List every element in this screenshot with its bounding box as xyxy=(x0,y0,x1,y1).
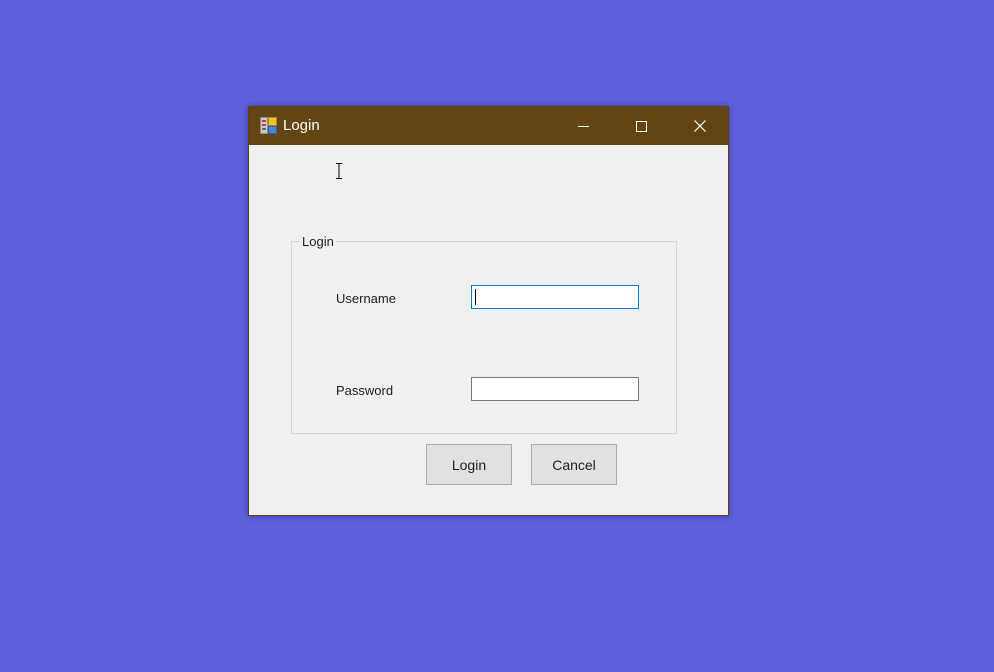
minimize-icon xyxy=(577,121,589,132)
text-caret xyxy=(475,289,476,305)
username-input[interactable] xyxy=(471,285,639,309)
login-button[interactable]: Login xyxy=(426,444,512,485)
login-groupbox: Login Username Password xyxy=(291,234,677,434)
cancel-button[interactable]: Cancel xyxy=(531,444,617,485)
password-label: Password xyxy=(336,383,394,398)
login-window: Login Login Username Password Login Canc… xyxy=(248,106,729,516)
close-button[interactable] xyxy=(677,107,723,145)
ibeam-cursor-icon xyxy=(335,163,343,179)
username-label: Username xyxy=(336,291,396,306)
password-input[interactable] xyxy=(471,377,639,401)
minimize-button[interactable] xyxy=(560,107,606,145)
maximize-button[interactable] xyxy=(618,107,664,145)
form-app-icon xyxy=(260,117,277,134)
groupbox-legend: Login xyxy=(300,234,336,249)
title-bar[interactable]: Login xyxy=(249,107,728,145)
close-icon xyxy=(694,120,706,132)
maximize-icon xyxy=(635,120,647,132)
window-title: Login xyxy=(283,117,320,134)
